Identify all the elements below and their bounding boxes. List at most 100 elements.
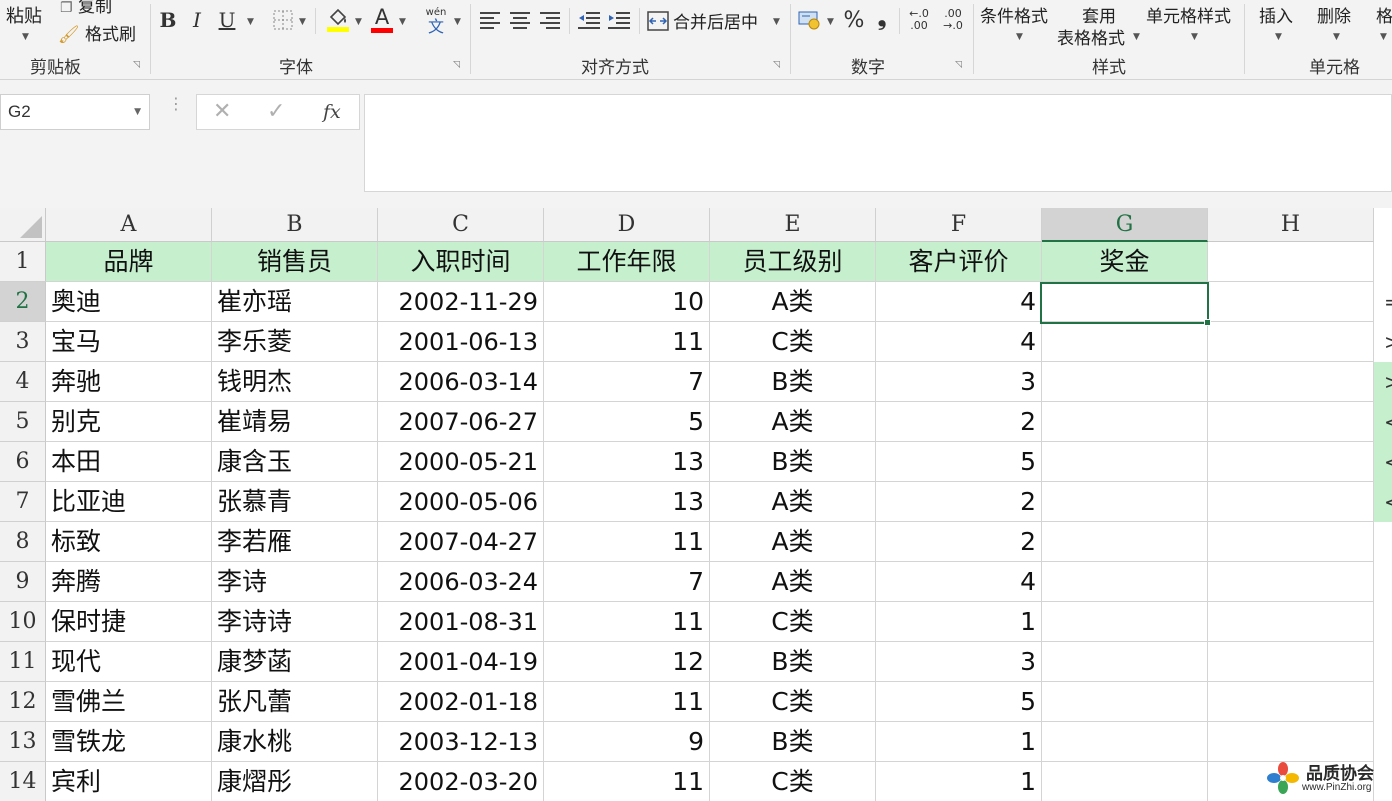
cell-d4[interactable]: 7: [544, 362, 710, 402]
cell-c9[interactable]: 2006-03-24: [378, 562, 544, 602]
cell-f10[interactable]: 1: [876, 602, 1042, 642]
table-format-dropdown-icon[interactable]: ▼: [1133, 32, 1140, 42]
cell-h11[interactable]: [1208, 642, 1374, 682]
paste-button[interactable]: 粘贴: [6, 2, 42, 28]
cell-a8[interactable]: 标致: [46, 522, 212, 562]
cell-d10[interactable]: 11: [544, 602, 710, 642]
cell-h12[interactable]: [1208, 682, 1374, 722]
cell-h7[interactable]: [1208, 482, 1374, 522]
table-format-button[interactable]: 表格格式: [1057, 24, 1125, 49]
cell-h3[interactable]: [1208, 322, 1374, 362]
cell-d7[interactable]: 13: [544, 482, 710, 522]
cell-b12[interactable]: 张凡蕾: [212, 682, 378, 722]
cell-f12[interactable]: 5: [876, 682, 1042, 722]
cell-b7[interactable]: 张慕青: [212, 482, 378, 522]
cell-d13[interactable]: 9: [544, 722, 710, 762]
column-header-d[interactable]: D: [544, 208, 710, 242]
row-header-13[interactable]: 13: [0, 722, 46, 762]
comma-style-button[interactable]: ❟: [873, 4, 891, 32]
cell-h2[interactable]: [1208, 282, 1374, 322]
row-header-10[interactable]: 10: [0, 602, 46, 642]
align-left-button[interactable]: [479, 8, 501, 32]
cell-f9[interactable]: 4: [876, 562, 1042, 602]
fill-color-dropdown-icon[interactable]: ▼: [355, 17, 362, 27]
cell-d12[interactable]: 11: [544, 682, 710, 722]
cell-h8[interactable]: [1208, 522, 1374, 562]
header-cell-e[interactable]: 员工级别: [710, 242, 876, 282]
cell-h6[interactable]: [1208, 442, 1374, 482]
number-launcher-icon[interactable]: ◹: [955, 60, 965, 70]
cell-e9[interactable]: A类: [710, 562, 876, 602]
cell-a5[interactable]: 别克: [46, 402, 212, 442]
align-center-button[interactable]: [509, 8, 531, 32]
cell-f2[interactable]: 4: [876, 282, 1042, 322]
cell-b8[interactable]: 李若雁: [212, 522, 378, 562]
paste-dropdown-icon[interactable]: ▼: [22, 32, 29, 42]
cell-a9[interactable]: 奔腾: [46, 562, 212, 602]
cell-c8[interactable]: 2007-04-27: [378, 522, 544, 562]
cell-d2[interactable]: 10: [544, 282, 710, 322]
clipboard-launcher-icon[interactable]: ◹: [133, 60, 143, 70]
cell-c10[interactable]: 2001-08-31: [378, 602, 544, 642]
cell-g10[interactable]: [1042, 602, 1208, 642]
cell-c2[interactable]: 2002-11-29: [378, 282, 544, 322]
row-header-1[interactable]: 1: [0, 242, 46, 282]
cell-h1[interactable]: [1208, 242, 1374, 282]
format-button[interactable]: 格: [1376, 2, 1392, 27]
column-header-c[interactable]: C: [378, 208, 544, 242]
cell-e12[interactable]: C类: [710, 682, 876, 722]
cell-h13[interactable]: [1208, 722, 1374, 762]
cell-a6[interactable]: 本田: [46, 442, 212, 482]
cell-h4[interactable]: [1208, 362, 1374, 402]
cell-f5[interactable]: 2: [876, 402, 1042, 442]
borders-dropdown-icon[interactable]: ▼: [299, 17, 306, 27]
cell-e2[interactable]: A类: [710, 282, 876, 322]
phonetic-dropdown-icon[interactable]: ▼: [454, 17, 461, 27]
cell-b11[interactable]: 康梦菡: [212, 642, 378, 682]
cell-e7[interactable]: A类: [710, 482, 876, 522]
header-cell-b[interactable]: 销售员: [212, 242, 378, 282]
row-header-8[interactable]: 8: [0, 522, 46, 562]
column-header-h[interactable]: H: [1208, 208, 1374, 242]
header-cell-d[interactable]: 工作年限: [544, 242, 710, 282]
offscreen-cell-fragment[interactable]: >: [1374, 362, 1392, 402]
cell-f14[interactable]: 1: [876, 762, 1042, 801]
cell-g11[interactable]: [1042, 642, 1208, 682]
row-header-11[interactable]: 11: [0, 642, 46, 682]
cell-b3[interactable]: 李乐菱: [212, 322, 378, 362]
header-cell-g[interactable]: 奖金: [1042, 242, 1208, 282]
fill-color-button[interactable]: [325, 4, 351, 34]
cell-a4[interactable]: 奔驰: [46, 362, 212, 402]
row-header-9[interactable]: 9: [0, 562, 46, 602]
decrease-decimal-button[interactable]: .00 →.0: [939, 6, 967, 34]
offscreen-cell-fragment[interactable]: <: [1374, 402, 1392, 442]
offscreen-cell-fragment[interactable]: <: [1374, 442, 1392, 482]
cell-c4[interactable]: 2006-03-14: [378, 362, 544, 402]
insert-button[interactable]: 插入: [1259, 2, 1293, 27]
row-header-5[interactable]: 5: [0, 402, 46, 442]
cell-a13[interactable]: 雪铁龙: [46, 722, 212, 762]
offscreen-cell-fragment[interactable]: <: [1374, 482, 1392, 522]
cell-b5[interactable]: 崔靖易: [212, 402, 378, 442]
cell-c3[interactable]: 2001-06-13: [378, 322, 544, 362]
accounting-format-button[interactable]: [797, 6, 823, 34]
cell-a10[interactable]: 保时捷: [46, 602, 212, 642]
merge-center-button[interactable]: 合并后居中: [647, 8, 758, 33]
cell-b10[interactable]: 李诗诗: [212, 602, 378, 642]
cell-d14[interactable]: 11: [544, 762, 710, 801]
header-cell-a[interactable]: 品牌: [46, 242, 212, 282]
cell-c12[interactable]: 2002-01-18: [378, 682, 544, 722]
italic-button[interactable]: I: [187, 6, 207, 34]
bold-button[interactable]: B: [157, 6, 179, 34]
percent-button[interactable]: %: [841, 6, 867, 34]
offscreen-cell-fragment[interactable]: >: [1374, 322, 1392, 362]
cell-a11[interactable]: 现代: [46, 642, 212, 682]
decrease-indent-button[interactable]: [577, 8, 601, 32]
cell-f3[interactable]: 4: [876, 322, 1042, 362]
cell-g14[interactable]: [1042, 762, 1208, 801]
cell-c6[interactable]: 2000-05-21: [378, 442, 544, 482]
formula-input[interactable]: [364, 94, 1392, 192]
name-box[interactable]: G2 ▼: [0, 94, 150, 130]
accounting-dropdown-icon[interactable]: ▼: [827, 17, 834, 27]
cell-c7[interactable]: 2000-05-06: [378, 482, 544, 522]
